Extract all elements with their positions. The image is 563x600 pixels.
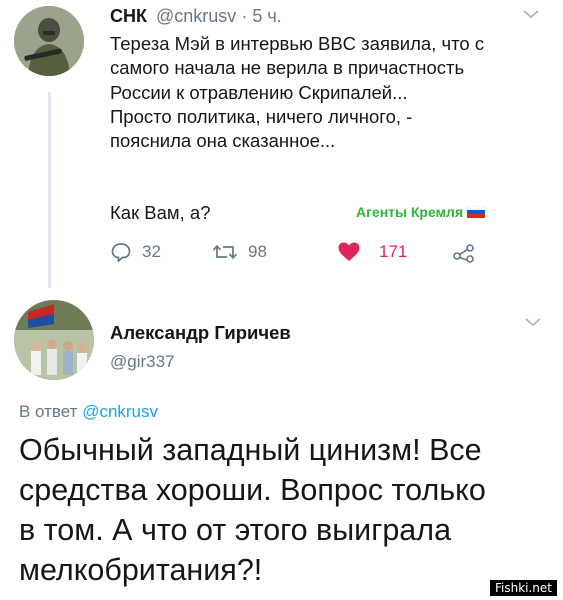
tag-badge[interactable]: Агенты Кремля: [356, 204, 486, 220]
heart-icon: [338, 242, 360, 261]
reply-text: Обычный западный цинизм! Все средства хо…: [19, 430, 486, 590]
reply-author-handle[interactable]: @gir337: [110, 352, 175, 372]
chevron-down-icon[interactable]: [522, 8, 540, 20]
like-count: 171: [379, 242, 408, 261]
watermark-logo: Fishki.net: [489, 580, 557, 596]
reply-author-avatar[interactable]: [14, 300, 94, 380]
reply-line: мелкобритания?!: [19, 553, 263, 587]
reply-action[interactable]: 32: [110, 241, 161, 263]
tweet-line: России к отравлению Скрипалей...: [110, 81, 408, 103]
tweet-time[interactable]: 5 ч.: [252, 6, 281, 26]
reply-avatar-image: [14, 300, 94, 380]
in-reply-handle-link[interactable]: @cnkrusv: [82, 402, 158, 421]
reply-icon: [111, 243, 131, 263]
like-action[interactable]: 171: [337, 241, 407, 263]
tweet-line: пояснила она сказанное...: [110, 130, 336, 152]
reply-count: 32: [142, 242, 161, 261]
reply-line: Обычный западный цинизм! Все: [19, 433, 482, 467]
retweet-icon: [212, 244, 238, 260]
author-handle[interactable]: @cnkrusv: [156, 6, 236, 26]
tweet-closing: Как Вам, а?: [110, 202, 211, 223]
in-reply-to: В ответ @cnkrusv: [19, 402, 158, 422]
retweet-count: 98: [248, 242, 267, 261]
tweet-text: Тереза Мэй в интервью BBC заявила, что с…: [110, 32, 484, 153]
author-name[interactable]: СНК: [110, 6, 147, 26]
share-icon[interactable]: [452, 241, 476, 263]
tweet-line: Тереза Мэй в интервью BBC заявила, что с: [110, 33, 485, 54]
tweet-line: самого начала не верила в причастность: [110, 57, 465, 79]
thread-line: [48, 92, 51, 288]
tweet-header: СНК @cnkrusv · 5 ч.: [110, 6, 282, 27]
retweet-action[interactable]: 98: [212, 241, 267, 263]
header-separator: ·: [241, 6, 248, 26]
tweet-line: Просто политика, ничего личного, -: [110, 105, 413, 127]
reply-author-name[interactable]: Александр Гиричев: [110, 322, 291, 344]
tag-label: Агенты Кремля: [356, 204, 464, 220]
avatar-image: [14, 6, 84, 76]
author-avatar[interactable]: [14, 6, 84, 76]
in-reply-prefix: В ответ: [19, 402, 78, 421]
chevron-down-icon[interactable]: [524, 316, 542, 328]
reply-line: средства хороши. Вопрос только: [19, 473, 486, 507]
russian-flag-icon: [467, 206, 486, 218]
reply-line: в том. А что от этого выиграла: [19, 513, 452, 547]
